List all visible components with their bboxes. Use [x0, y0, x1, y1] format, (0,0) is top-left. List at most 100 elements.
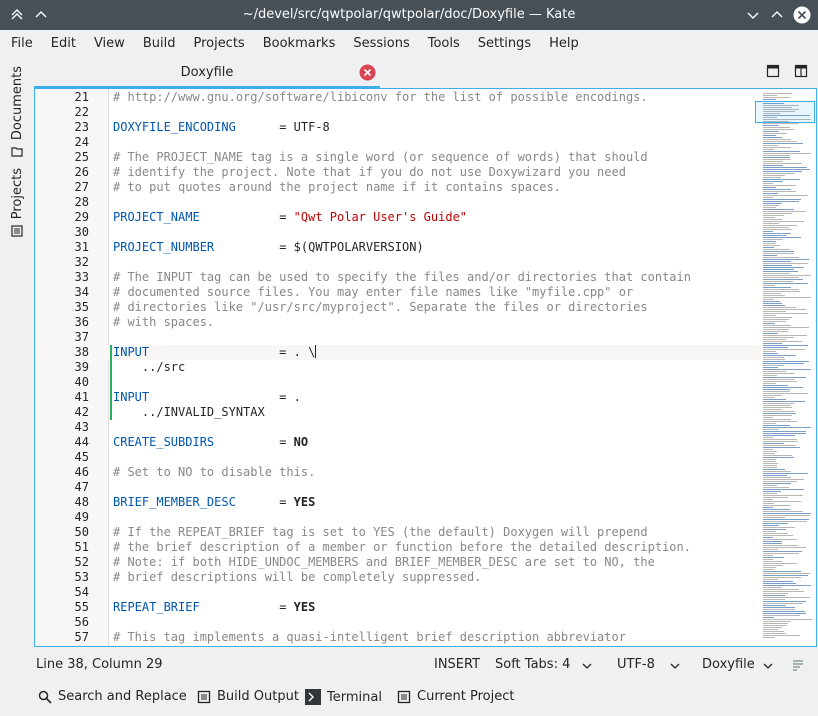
- config-key: CREATE_SUBDIRS: [113, 435, 215, 449]
- minimap-line: [763, 451, 777, 452]
- menu-bookmarks[interactable]: Bookmarks: [254, 30, 345, 58]
- menu-projects[interactable]: Projects: [184, 30, 253, 58]
- code-line[interactable]: 42 ../INVALID_SYNTAX: [35, 405, 761, 420]
- minimap-line: [763, 577, 801, 578]
- code-line[interactable]: 25 # The PROJECT_NAME tag is a single wor…: [35, 150, 761, 165]
- code-line[interactable]: 34 # documented source files. You may ent…: [35, 285, 761, 300]
- code-editor[interactable]: 21 # http://www.gnu.org/software/libiconv…: [34, 88, 817, 647]
- line-text: # the brief description of a member or f…: [113, 540, 691, 555]
- minimap-line: [763, 251, 794, 252]
- config-key: BRIEF_MEMBER_DESC: [113, 495, 236, 509]
- minimap-line: [763, 211, 806, 212]
- close-window-icon[interactable]: [791, 4, 813, 26]
- minimap-line: [763, 453, 775, 454]
- split-view-icon[interactable]: [794, 64, 808, 82]
- input-mode[interactable]: INSERT: [434, 657, 480, 672]
- code-line[interactable]: 22: [35, 105, 761, 120]
- code-line[interactable]: 21 # http://www.gnu.org/software/libiconv…: [35, 90, 761, 105]
- code-line[interactable]: 24: [35, 135, 761, 150]
- menu-edit[interactable]: Edit: [42, 30, 85, 58]
- code-line[interactable]: 37: [35, 330, 761, 345]
- minimap-line: [763, 397, 775, 398]
- minimap[interactable]: [755, 89, 816, 646]
- config-key: PROJECT_NAME: [113, 210, 200, 224]
- minimap-line: [763, 417, 773, 418]
- line-number: 27: [74, 180, 89, 194]
- config-operator: =: [279, 435, 294, 449]
- chevron-down-icon[interactable]: [763, 660, 773, 675]
- line-text: # If the REPEAT_BRIEF tag is set to YES …: [113, 525, 648, 540]
- sidebar-tab-projects[interactable]: Projects: [4, 168, 30, 241]
- code-line[interactable]: 26 # identify the project. Note that if y…: [35, 165, 761, 180]
- code-line[interactable]: 40: [35, 375, 761, 390]
- encoding-selector[interactable]: UTF-8: [617, 657, 655, 672]
- code-line[interactable]: 30: [35, 225, 761, 240]
- maximize-icon[interactable]: [766, 4, 788, 26]
- code-line[interactable]: 28: [35, 195, 761, 210]
- code-line[interactable]: 36 # with spaces.: [35, 315, 761, 330]
- menu-help[interactable]: Help: [540, 30, 588, 58]
- code-line[interactable]: 53 # brief descriptions will be completel…: [35, 570, 761, 585]
- code-line[interactable]: 38 INPUT = . \: [35, 345, 761, 360]
- search-replace-button[interactable]: Search and Replace: [38, 689, 187, 704]
- cursor-position[interactable]: Line 38, Column 29: [36, 657, 163, 672]
- code-line[interactable]: 51 # the brief description of a member or…: [35, 540, 761, 555]
- sidebar-tab-documents[interactable]: Documents: [4, 66, 30, 162]
- menu-sessions[interactable]: Sessions: [344, 30, 418, 58]
- chevron-down-icon[interactable]: [582, 660, 592, 675]
- comment-text: # with spaces.: [113, 315, 215, 329]
- minimap-line: [763, 173, 795, 174]
- minimap-viewport[interactable]: [755, 101, 815, 123]
- code-line[interactable]: 45: [35, 450, 761, 465]
- code-line[interactable]: 43: [35, 420, 761, 435]
- minimap-line: [763, 383, 776, 384]
- chevron-down-icon[interactable]: [670, 660, 680, 675]
- minimap-line: [763, 341, 802, 342]
- code-line[interactable]: 50 # If the REPEAT_BRIEF tag is set to YE…: [35, 525, 761, 540]
- menu-settings[interactable]: Settings: [469, 30, 540, 58]
- config-operator: =: [279, 600, 294, 614]
- line-number: 50: [74, 525, 89, 539]
- code-line[interactable]: 46 # Set to NO to disable this.: [35, 465, 761, 480]
- syntax-selector[interactable]: Doxyfile: [702, 657, 755, 672]
- word-wrap-icon[interactable]: [792, 659, 804, 675]
- minimap-line: [763, 355, 796, 356]
- current-project-button[interactable]: Current Project: [397, 689, 514, 704]
- menu-view[interactable]: View: [85, 30, 134, 58]
- menu-build[interactable]: Build: [134, 30, 185, 58]
- code-line[interactable]: 33 # The INPUT tag can be used to specify…: [35, 270, 761, 285]
- minimap-line: [763, 141, 797, 142]
- new-file-icon[interactable]: [766, 64, 780, 82]
- minimize-icon[interactable]: [742, 4, 764, 26]
- code-line[interactable]: 55 REPEAT_BRIEF = YES: [35, 600, 761, 615]
- code-line[interactable]: 47: [35, 480, 761, 495]
- minimap-line: [763, 625, 787, 626]
- minimap-line: [763, 499, 773, 500]
- indentation-selector[interactable]: Soft Tabs: 4: [495, 657, 570, 672]
- build-output-button[interactable]: Build Output: [197, 689, 299, 704]
- code-line[interactable]: 48 BRIEF_MEMBER_DESC = YES: [35, 495, 761, 510]
- terminal-button[interactable]: Terminal: [305, 689, 382, 705]
- code-line[interactable]: 54: [35, 585, 761, 600]
- tab-doxyfile[interactable]: Doxyfile: [34, 58, 380, 88]
- menu-file[interactable]: File: [2, 30, 42, 58]
- code-line[interactable]: 52 # Note: if both HIDE_UNDOC_MEMBERS and…: [35, 555, 761, 570]
- menu-tools[interactable]: Tools: [419, 30, 469, 58]
- code-line[interactable]: 32: [35, 255, 761, 270]
- line-number: 54: [74, 585, 89, 599]
- line-number: 36: [74, 315, 89, 329]
- code-line[interactable]: 57 # This tag implements a quasi-intellig…: [35, 630, 761, 645]
- code-line[interactable]: 29 PROJECT_NAME = "Qwt Polar User's Guide…: [35, 210, 761, 225]
- code-line[interactable]: 49: [35, 510, 761, 525]
- code-line[interactable]: 56: [35, 615, 761, 630]
- minimap-line: [763, 503, 774, 504]
- code-line[interactable]: 31 PROJECT_NUMBER = $(QWTPOLARVERSION): [35, 240, 761, 255]
- minimap-line: [763, 219, 782, 220]
- code-line[interactable]: 35 # directories like "/usr/src/myproject…: [35, 300, 761, 315]
- code-line[interactable]: 23 DOXYFILE_ENCODING = UTF-8: [35, 120, 761, 135]
- code-line[interactable]: 44 CREATE_SUBDIRS = NO: [35, 435, 761, 450]
- code-line[interactable]: 39 ../src: [35, 360, 761, 375]
- close-tab-icon[interactable]: [359, 64, 376, 85]
- code-line[interactable]: 41 INPUT = .: [35, 390, 761, 405]
- code-line[interactable]: 27 # to put quotes around the project nam…: [35, 180, 761, 195]
